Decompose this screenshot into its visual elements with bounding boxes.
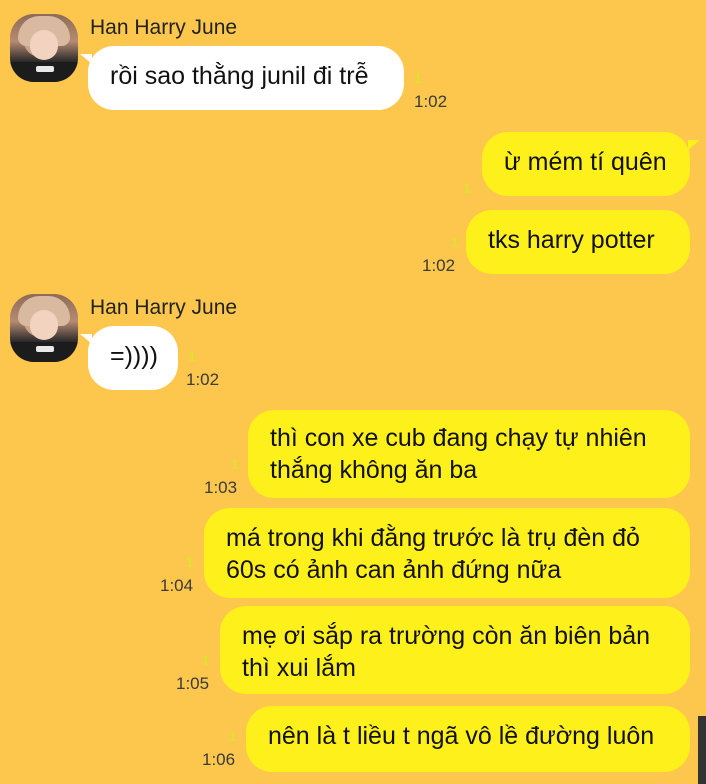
unread-count: 1 — [186, 554, 194, 570]
sender-name: Han Harry June — [90, 296, 238, 319]
unread-count: 1 — [451, 234, 459, 250]
outgoing-message-bubble[interactable]: mẹ ơi sắp ra trường còn ăn biên bản thì … — [220, 606, 690, 694]
message-time: 1:05 — [176, 674, 210, 693]
message-text: nên là t liều t ngã vô lề đường luôn — [268, 722, 655, 750]
avatar[interactable] — [10, 294, 78, 362]
message-text-line: má trong khi đằng trước là trụ đèn đỏ — [226, 524, 640, 552]
outgoing-message-bubble[interactable]: má trong khi đằng trước là trụ đèn đỏ 60… — [204, 508, 690, 598]
message-time: 1:04 — [160, 576, 194, 595]
scrollbar-edge — [698, 716, 706, 784]
sender-name: Han Harry June — [90, 16, 238, 39]
unread-count: 1 — [188, 348, 196, 364]
message-text: rồi sao thằng junil đi trễ — [110, 62, 369, 90]
incoming-message-bubble[interactable]: =)))) — [88, 326, 178, 390]
unread-count: 1 — [231, 456, 239, 472]
message-text: tks harry potter — [488, 226, 655, 254]
message-time: 1:06 — [202, 750, 236, 769]
unread-count: 1 — [202, 652, 210, 668]
message-text-line: mẹ ơi sắp ra trường còn ăn biên bản — [242, 622, 651, 650]
outgoing-message-bubble[interactable]: nên là t liều t ngã vô lề đường luôn — [246, 706, 690, 772]
message-time: 1:02 — [422, 256, 456, 275]
message-text: =)))) — [110, 342, 158, 370]
bubble-tail — [688, 140, 700, 150]
incoming-message-bubble[interactable]: rồi sao thằng junil đi trễ — [88, 46, 404, 110]
message-time: 1:02 — [186, 370, 220, 389]
avatar[interactable] — [10, 14, 78, 82]
message-text: ừ mém tí quên — [504, 148, 667, 176]
message-time: 1:02 — [414, 92, 448, 111]
outgoing-message-bubble[interactable]: ừ mém tí quên — [482, 132, 690, 196]
message-text-line: thì xui lắm — [242, 654, 356, 682]
message-text-line: 60s có ảnh can ảnh đứng nữa — [226, 556, 562, 584]
outgoing-message-bubble[interactable]: thì con xe cub đang chạy tự nhiên thắng … — [248, 410, 690, 498]
unread-count: 1 — [229, 728, 237, 744]
message-time: 1:03 — [204, 478, 238, 497]
unread-count: 1 — [463, 180, 471, 196]
unread-count: 1 — [414, 70, 422, 86]
outgoing-message-bubble[interactable]: tks harry potter — [466, 210, 690, 274]
message-text-line: thì con xe cub đang chạy tự nhiên — [270, 424, 647, 452]
message-text-line: thắng không ăn ba — [270, 456, 478, 484]
